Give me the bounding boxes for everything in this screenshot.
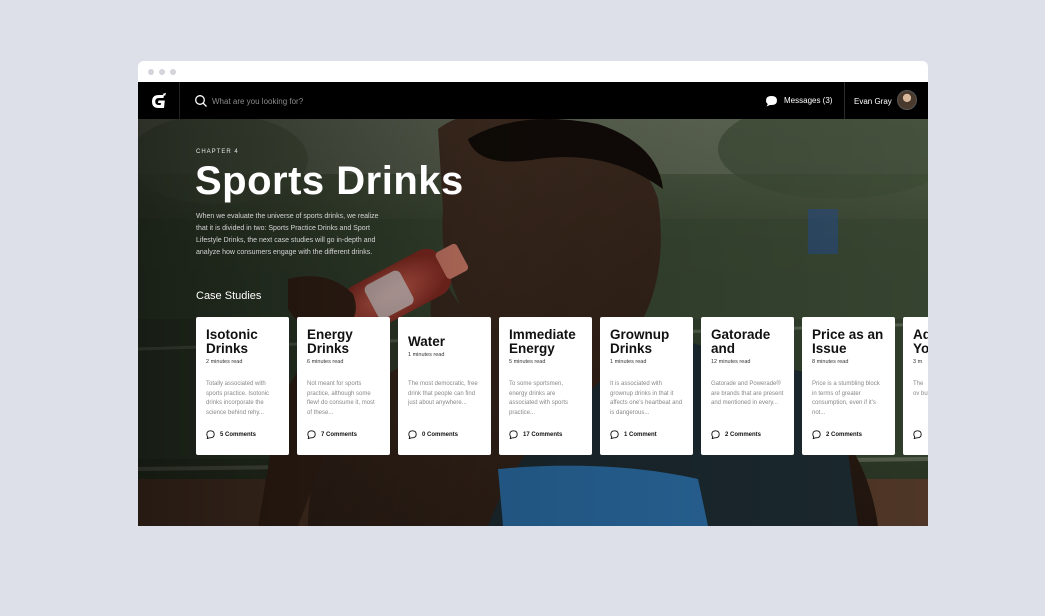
comment-count: 2 Comments [725,431,762,438]
comment-count: 0 Comments [422,431,459,438]
card-comments[interactable]: 0 Comments [408,430,458,439]
card-description: To some sportsmen, energy drinks are ass… [509,381,569,416]
card-read-time: 8 minutes read [812,359,849,365]
comment-icon [610,430,619,439]
nav-divider [844,82,845,119]
comment-icon [711,430,720,439]
card-read-time: 1 minutes read [408,352,445,358]
card-title: Isotonic Drinks [206,328,258,356]
browser-window: Messages (3) Evan Gray [138,61,928,526]
window-dot-icon [170,69,176,75]
case-studies-heading: Case Studies [196,290,262,302]
page-title: Sports Drinks [195,159,464,203]
case-study-card[interactable]: Water 1 minutes read The most democratic… [398,317,491,455]
case-study-card[interactable]: Energy Drinks 6 minutes read Not meant f… [297,317,390,455]
card-description: The ov but [913,381,928,397]
user-avatar[interactable] [897,90,917,110]
comment-count: 1 Comment [624,431,657,438]
card-read-time: 6 minutes read [307,359,344,365]
card-read-time: 3 m [913,359,923,365]
top-navigation: Messages (3) Evan Gray [138,82,928,119]
comment-icon [408,430,417,439]
chapter-description: When we evaluate the universe of sports … [196,213,379,256]
comment-count: 7 Comments [321,431,358,438]
comment-count: 17 Comments [523,431,563,438]
card-read-time: 2 minutes read [206,359,243,365]
card-read-time: 5 minutes read [509,359,546,365]
card-description: Not meant for sports practice, although … [307,381,375,416]
card-description: The most democratic, free drink that peo… [408,381,478,406]
case-study-card[interactable]: Price as an Issue 8 minutes read Price i… [802,317,895,455]
comment-icon [812,430,821,439]
case-study-card[interactable]: Grownup Drinks 1 minutes read It is asso… [600,317,693,455]
case-studies-carousel[interactable]: Isotonic Drinks 2 minutes read Totally a… [196,317,928,455]
card-read-time: 1 minutes read [610,359,647,365]
card-title: Price as an Issue [812,328,884,356]
card-title: Water [408,334,446,349]
card-description: Price is a stumbling block in terms of g… [812,381,880,416]
comment-icon [913,430,922,439]
comment-icon [206,430,215,439]
case-study-card[interactable]: Ad Yo 3 m The ov but [903,317,928,455]
card-comments[interactable]: 1 Comment [610,430,657,439]
card-comments[interactable]: 17 Comments [509,430,562,439]
card-title: Gatorade and Power... [711,328,771,356]
card-description: Totally associated with sports practice.… [206,381,270,416]
comment-count: 2 Comments [826,431,863,438]
card-read-time: 12 minutes read [711,359,751,365]
browser-titlebar [138,61,928,82]
comment-icon [307,430,316,439]
card-comments[interactable]: 7 Comments [307,430,357,439]
card-comments[interactable]: 2 Comments [812,430,862,439]
case-study-card[interactable]: Isotonic Drinks 2 minutes read Totally a… [196,317,289,455]
card-description: It is associated with grownup drinks in … [610,381,683,416]
user-name[interactable]: Evan Gray [854,97,892,106]
logo-link[interactable] [138,82,180,119]
card-comments[interactable]: 2 Comments [711,430,761,439]
messages-button[interactable]: Messages (3) [765,82,832,119]
search-input[interactable] [210,91,514,112]
card-title: Immediate Energy [509,328,576,356]
hero-section: CHAPTER 4 Sports Drinks When we evaluate… [138,119,928,526]
case-study-card[interactable]: Immediate Energy 5 minutes read To some … [499,317,592,455]
case-study-card[interactable]: Gatorade and Power... 12 minutes read Ga… [701,317,794,455]
card-comments[interactable]: 5 Comments [206,430,256,439]
chapter-label: CHAPTER 4 [196,149,239,155]
comment-icon [509,430,518,439]
card-description: Gatorade and Powerade® are brands that a… [711,381,784,406]
search-icon[interactable] [194,94,208,108]
gatorade-g-logo-icon [151,92,166,108]
comment-count: 5 Comments [220,431,257,438]
messages-label: Messages (3) [784,96,833,105]
card-title: Ad Yo [913,328,928,356]
window-dot-icon [159,69,165,75]
window-dot-icon [148,69,154,75]
card-title: Grownup Drinks [610,328,670,356]
chat-bubble-icon [766,95,777,106]
card-title: Energy Drinks [307,328,353,356]
card-comments[interactable] [913,430,922,439]
